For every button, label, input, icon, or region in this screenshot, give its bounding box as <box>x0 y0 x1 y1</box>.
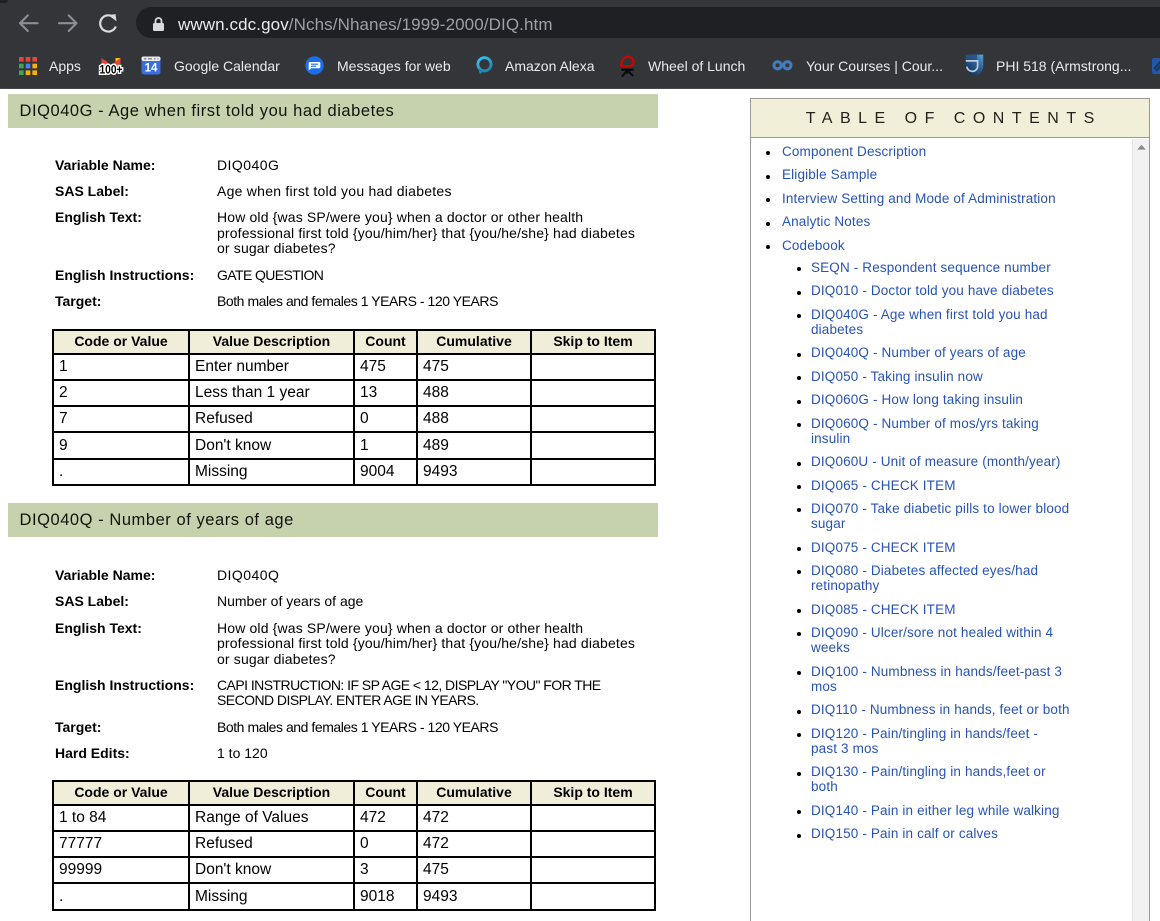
svg-text:14: 14 <box>145 63 158 75</box>
svg-text:100+: 100+ <box>100 64 123 76</box>
